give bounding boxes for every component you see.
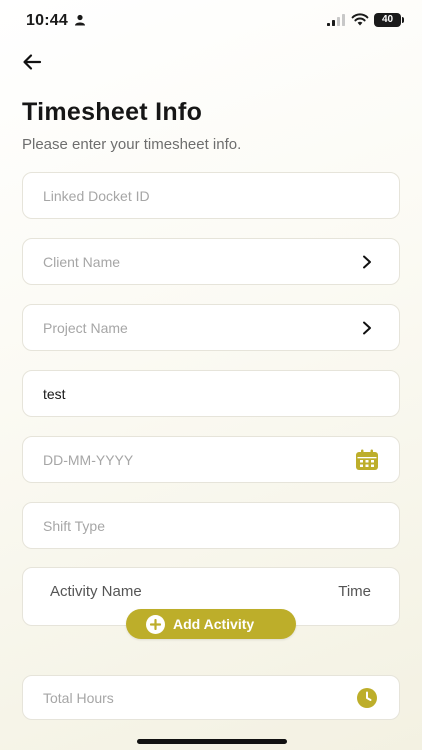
page-title: Timesheet Info [22,98,203,126]
add-activity-label: Add Activity [173,616,255,632]
plus-circle-icon [146,614,165,634]
activity-name-header: Activity Name [50,583,142,600]
status-time: 10:44 [26,12,68,29]
activity-time-header: Time [338,583,371,600]
page-subtitle: Please enter your timesheet info. [22,136,242,153]
status-bar: 10:44 40 [0,0,422,44]
person-icon [75,14,85,26]
client-name-placeholder: Client Name [43,253,121,270]
chevron-right-icon [355,250,379,274]
project-name-field[interactable]: Project Name [22,304,400,351]
calendar-icon[interactable] [355,448,379,472]
battery-indicator: 40 [374,13,404,27]
signal-icon [327,14,345,26]
client-name-field[interactable]: Client Name [22,238,400,285]
total-hours-placeholder: Total Hours [43,689,114,706]
back-button[interactable] [18,48,46,76]
date-field[interactable]: DD-MM-YYYY [22,436,400,483]
date-placeholder: DD-MM-YYYY [43,451,134,468]
arrow-left-icon [23,54,42,70]
shift-type-field[interactable]: Shift Type [22,502,400,549]
home-indicator [137,739,287,744]
linked-docket-id-placeholder: Linked Docket ID [43,187,150,204]
total-hours-field[interactable]: Total Hours [22,675,400,720]
text-input-value: test [43,385,66,402]
add-activity-button[interactable]: Add Activity [126,609,296,639]
clock-icon [355,686,379,710]
text-input-field[interactable]: test [22,370,400,417]
linked-docket-id-field[interactable]: Linked Docket ID [22,172,400,219]
chevron-right-icon [355,316,379,340]
project-name-placeholder: Project Name [43,319,128,336]
shift-type-placeholder: Shift Type [43,517,106,534]
wifi-icon [351,13,369,26]
